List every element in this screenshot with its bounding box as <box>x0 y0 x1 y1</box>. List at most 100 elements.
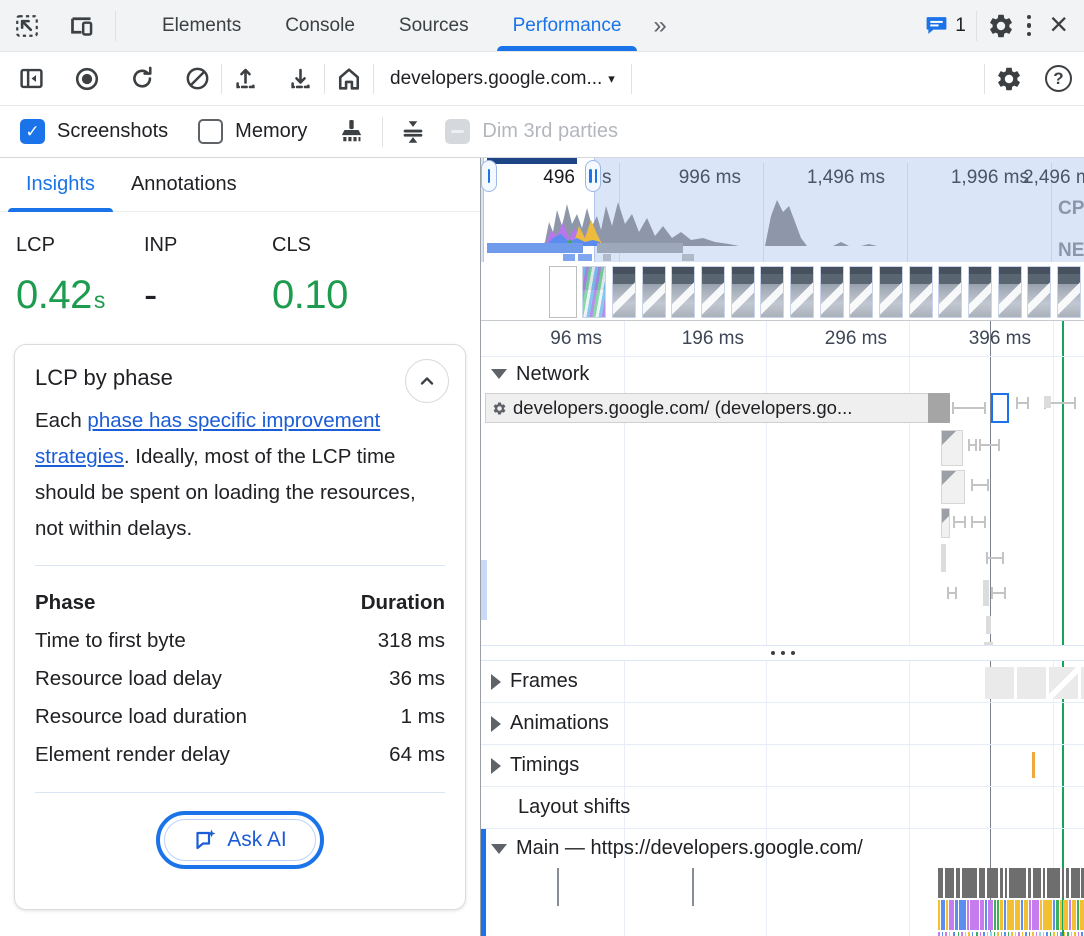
flame-chart-micro-event[interactable] <box>942 932 943 936</box>
flame-chart-micro-event[interactable] <box>1036 932 1037 936</box>
flame-chart-micro-event[interactable] <box>1050 932 1051 936</box>
flame-chart-event-bar[interactable] <box>1080 900 1084 930</box>
network-waterfall-item[interactable] <box>971 484 989 486</box>
flame-chart-event-bar[interactable] <box>938 900 940 930</box>
flame-chart-micro-event[interactable] <box>1025 932 1027 936</box>
filmstrip-frame[interactable] <box>849 266 873 318</box>
timeline-tracks[interactable]: 96 ms196 ms296 ms396 ms Network develope… <box>481 321 1084 936</box>
network-waterfall-item[interactable] <box>941 508 950 538</box>
network-request-bar[interactable]: developers.google.com/ (developers.go... <box>485 393 929 423</box>
flame-chart-task-bar[interactable] <box>1033 868 1041 898</box>
network-waterfall-item[interactable] <box>1044 396 1051 408</box>
flame-chart-event-bar[interactable] <box>1063 900 1068 930</box>
flame-chart-micro-event[interactable] <box>983 932 985 936</box>
capture-settings-gear-icon[interactable] <box>995 65 1023 93</box>
panel-tab[interactable]: Sources <box>377 0 491 52</box>
inspect-element-icon[interactable] <box>14 13 40 39</box>
home-icon[interactable] <box>335 65 363 93</box>
filmstrip-first-paint-frame[interactable] <box>582 266 606 318</box>
network-waterfall-item[interactable] <box>941 544 946 572</box>
network-waterfall-item[interactable] <box>971 521 986 523</box>
flame-chart-task-bar[interactable] <box>962 868 977 898</box>
flame-chart-micro-event[interactable] <box>976 932 978 936</box>
scroll-indicator[interactable] <box>481 560 487 620</box>
filmstrip-blank-frame[interactable] <box>549 266 577 318</box>
flame-chart-micro-event[interactable] <box>972 932 973 936</box>
filmstrip-frame[interactable] <box>790 266 814 318</box>
settings-gear-icon[interactable] <box>987 12 1015 40</box>
flame-chart-task-bar[interactable] <box>1028 868 1031 898</box>
main-thread-track-header[interactable]: Main — https://developers.google.com/ <box>481 829 1084 868</box>
filmstrip-frame[interactable] <box>671 266 695 318</box>
filmstrip-frame[interactable] <box>909 266 933 318</box>
sidebar-tab[interactable]: Annotations <box>113 158 255 212</box>
network-waterfall-item[interactable] <box>986 616 991 634</box>
flame-chart-micro-event[interactable] <box>1008 932 1009 936</box>
more-tabs-icon[interactable]: » <box>643 12 676 40</box>
flame-chart-task-bar[interactable] <box>956 868 960 898</box>
filmstrip-frame[interactable] <box>820 266 844 318</box>
flame-chart-micro-event[interactable] <box>968 932 970 936</box>
upload-profile-icon[interactable] <box>232 65 259 92</box>
metric[interactable]: INP - <box>144 234 272 318</box>
timing-event-mark[interactable] <box>1032 752 1035 778</box>
network-waterfall-item[interactable] <box>979 444 1000 446</box>
network-waterfall-item[interactable] <box>941 470 965 504</box>
network-waterfall-item[interactable] <box>953 521 966 523</box>
dim-3rd-parties-checkbox[interactable]: Dim 3rd parties <box>445 119 618 144</box>
filmstrip-frame[interactable] <box>731 266 755 318</box>
flame-chart-event-bar[interactable] <box>997 900 999 930</box>
selected-event-outline[interactable] <box>991 393 1009 423</box>
filmstrip-frame[interactable] <box>968 266 992 318</box>
flame-chart-event-bar[interactable] <box>1043 900 1052 930</box>
flame-chart-event-bar[interactable] <box>949 900 954 930</box>
frame-thumbnail[interactable] <box>985 667 1014 699</box>
flame-chart-micro-event[interactable] <box>1004 932 1006 936</box>
flame-chart-micro-event[interactable] <box>1053 932 1055 936</box>
flame-chart-event-bar[interactable] <box>1072 900 1076 930</box>
flame-chart-task-bar[interactable] <box>1043 868 1045 898</box>
flame-chart-event-bar[interactable] <box>946 900 948 930</box>
flame-chart-event-bar[interactable] <box>1032 900 1039 930</box>
flame-chart-event-bar[interactable] <box>988 900 993 930</box>
flame-chart-micro-event[interactable] <box>1039 932 1041 936</box>
flame-chart-micro-event[interactable] <box>1029 932 1030 936</box>
flame-chart-micro-event[interactable] <box>1015 932 1016 936</box>
panel-tab[interactable]: Elements <box>140 0 263 52</box>
download-profile-icon[interactable] <box>287 65 314 92</box>
memory-checkbox[interactable]: Memory <box>198 119 307 144</box>
network-waterfall-item[interactable] <box>947 592 957 594</box>
flame-chart-micro-event[interactable] <box>1064 932 1065 936</box>
filmstrip-frame[interactable] <box>1027 266 1051 318</box>
network-waterfall-item[interactable] <box>968 444 977 446</box>
sidebar-tab[interactable]: Insights <box>8 158 113 212</box>
timeline-overview[interactable]: 496 s 996 ms1,496 ms1,996 ms2,496 ms CPU… <box>481 158 1084 321</box>
filmstrip-frame[interactable] <box>879 266 903 318</box>
flame-chart-micro-event[interactable] <box>990 932 992 936</box>
network-waterfall-item[interactable] <box>986 557 1004 559</box>
flame-chart-micro-event[interactable] <box>945 932 947 936</box>
flame-chart-micro-event[interactable] <box>1011 932 1013 936</box>
ask-ai-button[interactable]: Ask AI <box>164 819 316 861</box>
flame-chart-event-bar[interactable] <box>1056 900 1059 930</box>
filmstrip-frame[interactable] <box>612 266 636 318</box>
flame-chart-micro-event[interactable] <box>987 932 988 936</box>
network-waterfall-item[interactable] <box>941 430 963 466</box>
flame-chart-micro-event[interactable] <box>965 932 966 936</box>
flame-chart-micro-event[interactable] <box>997 932 999 936</box>
flame-chart-event-bar[interactable] <box>941 900 945 930</box>
flame-chart-event-bar[interactable] <box>994 900 996 930</box>
flame-chart-micro-event[interactable] <box>953 932 955 936</box>
flame-chart-event-bar[interactable] <box>1060 900 1062 930</box>
collapse-tracks-icon[interactable] <box>399 118 427 146</box>
flame-chart-micro-event[interactable] <box>958 932 959 936</box>
flame-chart-event-bar[interactable] <box>1053 900 1055 930</box>
flame-chart-micro-event[interactable] <box>1032 932 1034 936</box>
flame-chart-event-bar[interactable] <box>980 900 984 930</box>
flame-chart-event-bar[interactable] <box>985 900 987 930</box>
flame-chart-micro-event[interactable] <box>1081 932 1083 936</box>
flame-chart-micro-event[interactable] <box>1046 932 1048 936</box>
flame-chart-micro-event[interactable] <box>949 932 950 936</box>
flame-chart-task-bar[interactable] <box>1071 868 1080 898</box>
flame-chart-event-bar[interactable] <box>1021 900 1023 930</box>
